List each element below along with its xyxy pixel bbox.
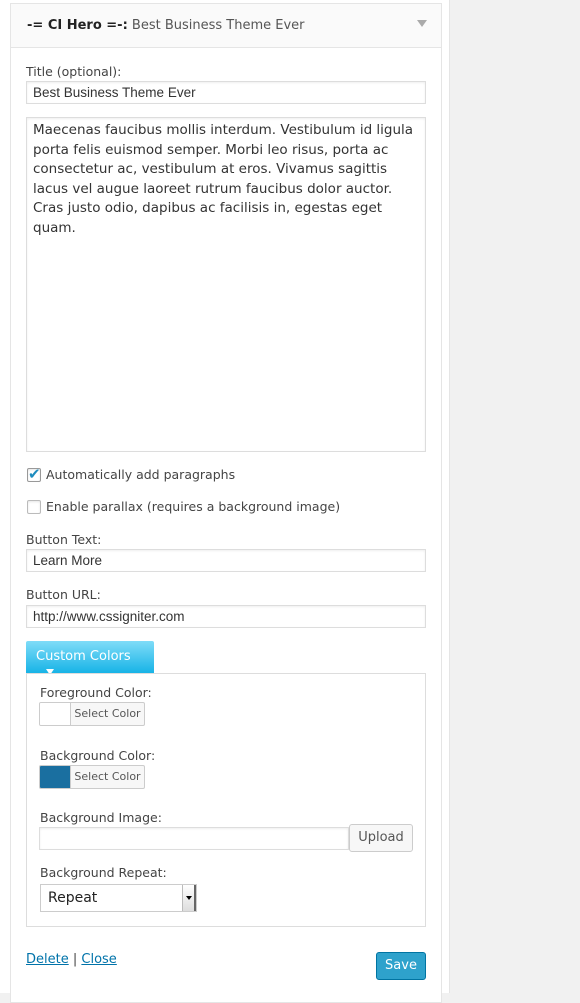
bg-color-label: Background Color: [40,748,156,763]
autop-label: Automatically add paragraphs [46,467,236,482]
button-text-label: Button Text: [26,532,102,547]
delete-link[interactable]: Delete [26,952,69,967]
text-textarea[interactable]: Maecenas faucibus mollis interdum. Vesti… [26,117,426,452]
widget-header[interactable]: -= CI Hero =-: Best Business Theme Ever [10,3,442,48]
parallax-label: Enable parallax (requires a background i… [46,499,341,514]
custom-colors-label: Custom Colors [36,649,131,664]
widget-name: -= CI Hero =-: [27,18,128,33]
checkmark-icon: ✔ [28,465,41,483]
bg-repeat-value: Repeat [48,890,98,906]
upload-button[interactable]: Upload [349,824,413,852]
bg-image-label: Background Image: [40,810,162,825]
separator: | [72,952,78,967]
bg-color-picker[interactable]: Select Color [39,765,145,789]
button-url-label: Button URL: [26,587,101,602]
select-color-label: Select Color [74,770,141,783]
autop-checkbox[interactable]: ✔ [27,465,41,483]
fg-color-picker[interactable]: Select Color [39,702,145,726]
title-input[interactable] [26,81,426,104]
select-arrow-icon [182,885,196,911]
collapse-arrow-icon[interactable] [417,20,427,27]
fg-swatch [40,703,71,725]
bg-repeat-select[interactable]: Repeat [40,884,197,912]
widget-title: Best Business Theme Ever [131,18,305,33]
select-color-label: Select Color [74,707,141,720]
title-label: Title (optional): [26,64,122,79]
button-text-input[interactable] [26,549,426,572]
bg-image-input[interactable] [39,827,349,850]
bg-swatch [40,766,71,788]
button-url-input[interactable] [26,605,426,628]
bg-repeat-label: Background Repeat: [40,865,167,880]
save-button[interactable]: Save [376,952,426,980]
fg-color-label: Foreground Color: [40,685,152,700]
custom-colors-tab[interactable]: Custom Colors [26,641,154,675]
close-link[interactable]: Close [81,952,116,967]
parallax-checkbox[interactable] [27,500,41,514]
